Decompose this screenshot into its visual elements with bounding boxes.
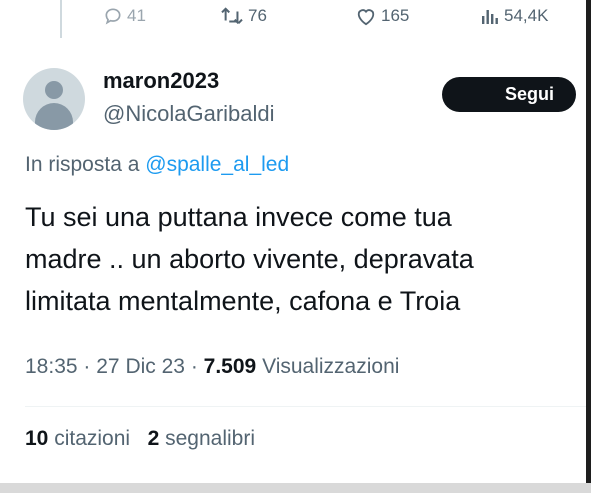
retweet-count: 76 [248, 6, 267, 25]
reply-count: 41 [127, 6, 146, 25]
author-display-name[interactable]: maron2023 [103, 68, 219, 94]
bookmarks-link[interactable]: 2 segnalibri [148, 427, 255, 450]
avatar-placeholder-body [35, 103, 73, 130]
tweet-text-line: limitata mentalmente, cafona e Troia [25, 286, 461, 316]
divider [25, 406, 586, 407]
meta-separator: · [83, 355, 91, 378]
quotes-label: citazioni [54, 427, 131, 450]
bookmarks-count: 2 [147, 427, 160, 450]
follow-button[interactable]: Segui [442, 77, 576, 112]
reply-action[interactable]: 41 [103, 6, 146, 26]
avatar[interactable] [23, 68, 85, 130]
screenshot-border-bottom [0, 483, 591, 493]
engagement-stats: 10 citazioni 2 segnalibri [25, 427, 255, 451]
views-label: Visualizzazioni [262, 355, 400, 378]
tweet-text-line: madre .. un aborto vivente, depravata [25, 244, 474, 274]
analytics-icon [480, 6, 500, 26]
bookmarks-label: segnalibri [165, 427, 256, 450]
avatar-placeholder-head [45, 81, 63, 99]
author-handle[interactable]: @NicolaGaribaldi [103, 101, 275, 127]
reply-mention-link[interactable]: @spalle_al_led [145, 153, 289, 176]
views-count: 54,4K [504, 6, 549, 25]
screenshot-border-right [586, 0, 591, 493]
views-action[interactable]: 54,4K [480, 6, 548, 26]
quotes-count: 10 [25, 427, 49, 450]
reply-context-prefix: In risposta a [25, 153, 140, 176]
heart-icon [355, 6, 377, 26]
retweet-action[interactable]: 76 [220, 6, 267, 26]
tweet-text: Tu sei una puttana invece come tua madre… [25, 196, 586, 322]
meta-separator: · [190, 355, 198, 378]
tweet-time[interactable]: 18:35 [25, 355, 78, 378]
reply-icon [103, 6, 123, 26]
quotes-link[interactable]: 10 citazioni [25, 427, 130, 450]
views-total: 7.509 [203, 355, 257, 378]
tweet-meta: 18:35 · 27 Dic 23 · 7.509 Visualizzazion… [25, 355, 399, 379]
tweet-date[interactable]: 27 Dic 23 [96, 355, 185, 378]
like-action[interactable]: 165 [355, 6, 409, 26]
tweet-text-line: Tu sei una puttana invece come tua [25, 202, 452, 232]
like-count: 165 [381, 6, 410, 25]
reply-context: In risposta a @spalle_al_led [25, 153, 289, 177]
retweet-icon [220, 6, 244, 26]
action-bar: 41 76 165 54,4K [0, 6, 586, 30]
